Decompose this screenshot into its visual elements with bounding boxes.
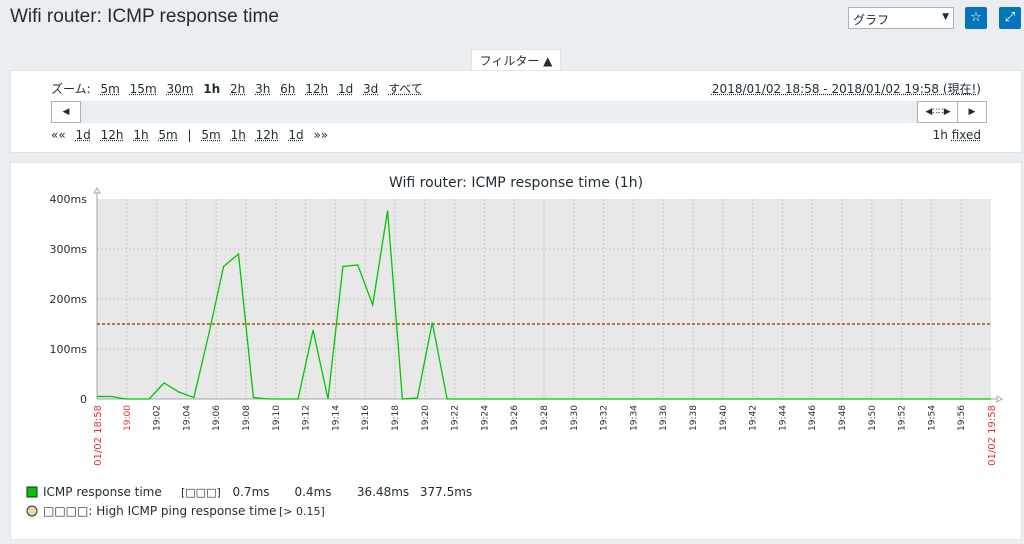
legend-last: 0.7ms — [232, 485, 269, 499]
x-tick-label: 19:16 — [361, 405, 371, 431]
x-tick-label: 19:12 — [302, 405, 312, 431]
zoom-option[interactable]: 3d — [363, 82, 378, 96]
zoom-option[interactable]: 3h — [255, 82, 270, 96]
x-edge-label: 01/02 19:58 — [987, 405, 998, 466]
legend-max: 377.5ms — [420, 485, 472, 499]
nav-back[interactable]: 12h — [101, 128, 124, 142]
nav-forward-all[interactable]: »» — [313, 128, 328, 142]
x-tick-label: 19:38 — [689, 405, 699, 431]
graph-panel: Wifi router: ICMP response time (1h) 400… — [10, 162, 1022, 540]
x-tick-label: 19:40 — [719, 405, 729, 431]
zoom-option-selected[interactable]: 1h — [203, 82, 220, 96]
caret-left-icon: ◀ — [62, 107, 70, 117]
view-select[interactable]: グラフ ▼ — [848, 7, 954, 29]
y-axis-arrow — [93, 187, 101, 194]
x-tick-label: 19:36 — [659, 405, 669, 431]
header-bar: Wifi router: ICMP response time グラフ ▼ ☆ … — [0, 0, 1024, 38]
scroll-handle[interactable]: ◀∷∷▶ — [917, 101, 959, 123]
drag-handle-icon: ◀∷∷▶ — [925, 107, 951, 117]
zoom-option[interactable]: 12h — [305, 82, 328, 96]
time-scrollbar[interactable]: ◀ ◀∷∷▶ ▶ — [51, 101, 987, 123]
chart-title: Wifi router: ICMP response time (1h) — [389, 175, 643, 191]
expand-icon: ⤢ — [1004, 10, 1016, 25]
y-tick-label: 400ms — [50, 193, 88, 206]
zoom-option[interactable]: 2h — [230, 82, 245, 96]
x-tick-label: 19:24 — [480, 405, 490, 431]
x-tick-label: 19:42 — [749, 405, 759, 431]
y-tick-label: 300ms — [50, 243, 88, 256]
nav-back[interactable]: 1h — [133, 128, 148, 142]
page-title: Wifi router: ICMP response time — [10, 6, 279, 27]
period-info: 1h fixed — [933, 128, 981, 142]
star-icon: ☆ — [970, 10, 982, 25]
caret-right-icon: ▶ — [968, 107, 976, 117]
zoom-option[interactable]: 1d — [338, 82, 353, 96]
fullscreen-button[interactable]: ⤢ — [999, 7, 1021, 29]
x-tick-label: 19:26 — [510, 405, 520, 431]
y-tick-label: 0 — [80, 393, 87, 406]
legend-trigger-swatch — [26, 505, 38, 517]
nav-back[interactable]: 1d — [76, 128, 91, 142]
chevron-down-icon: ▼ — [942, 12, 949, 22]
x-tick-label: 19:22 — [451, 405, 461, 431]
x-tick-label: 19:52 — [898, 405, 908, 431]
legend-trigger-name: □□□□: High ICMP ping response time — [43, 504, 276, 518]
x-tick-label: 19:34 — [629, 405, 639, 431]
x-tick-label: 19:00 — [123, 405, 133, 431]
x-tick-label: 19:10 — [272, 405, 282, 431]
nav-forward[interactable]: 1d — [288, 128, 303, 142]
x-tick-label: 19:32 — [600, 405, 610, 431]
zoom-option[interactable]: すべて — [388, 82, 423, 96]
x-tick-label: 19:50 — [868, 405, 878, 431]
x-tick-label: 19:48 — [838, 405, 848, 431]
nav-forward[interactable]: 1h — [231, 128, 246, 142]
x-tick-label: 19:20 — [421, 405, 431, 431]
x-tick-label: 19:44 — [778, 405, 788, 431]
x-tick-label: 19:02 — [153, 405, 163, 431]
legend-series-name: ICMP response time — [43, 485, 162, 499]
zoom-option[interactable]: 5m — [101, 82, 120, 96]
x-tick-label: 19:08 — [242, 405, 252, 431]
x-tick-label: 19:28 — [540, 405, 550, 431]
scroll-right-button[interactable]: ▶ — [957, 101, 987, 123]
filter-tab[interactable]: フィルター ▲ — [471, 49, 561, 71]
nav-separator: | — [187, 128, 192, 142]
zoom-option[interactable]: 6h — [280, 82, 295, 96]
x-tick-label: 19:04 — [182, 405, 192, 431]
nav-forward[interactable]: 5m — [201, 128, 220, 142]
legend-func: [□□□] — [181, 486, 221, 499]
time-range[interactable]: 2018/01/02 18:58 - 2018/01/02 19:58 (現在!… — [712, 80, 981, 97]
legend-min: 0.4ms — [294, 485, 331, 499]
legend-avg: 36.48ms — [357, 485, 409, 499]
y-tick-label: 200ms — [50, 293, 88, 306]
favorite-button[interactable]: ☆ — [965, 7, 987, 29]
view-select-value: グラフ — [853, 13, 890, 27]
x-axis-arrow — [996, 395, 1003, 403]
x-tick-label: 19:18 — [391, 405, 401, 431]
scroll-left-button[interactable]: ◀ — [51, 101, 81, 123]
x-edge-label: 01/02 18:58 — [93, 405, 104, 466]
x-tick-label: 19:30 — [570, 405, 580, 431]
nav-row: «« 1d 12h 1h 5m | 5m 1h 12h 1d »» — [51, 128, 334, 142]
x-tick-label: 19:54 — [927, 405, 937, 431]
filter-panel: ズーム: 5m 15m 30m 1h 2h 3h 6h 12h 1d 3d すべ… — [10, 70, 1022, 153]
legend-swatch — [26, 486, 38, 498]
nav-forward[interactable]: 12h — [256, 128, 279, 142]
zoom-row: ズーム: 5m 15m 30m 1h 2h 3h 6h 12h 1d 3d すべ… — [51, 80, 429, 97]
zoom-option[interactable]: 15m — [130, 82, 157, 96]
nav-back-all[interactable]: «« — [51, 128, 66, 142]
period-label: 1h — [932, 128, 948, 142]
zoom-option[interactable]: 30m — [166, 82, 193, 96]
legend-trigger-condition: [> 0.15] — [279, 505, 325, 518]
zoom-label: ズーム: — [51, 82, 91, 96]
response-time-chart: Wifi router: ICMP response time (1h) 400… — [26, 175, 1003, 518]
x-tick-label: 19:46 — [808, 405, 818, 431]
x-tick-label: 19:06 — [212, 405, 222, 431]
fixed-toggle[interactable]: fixed — [952, 128, 981, 142]
y-tick-label: 100ms — [50, 343, 88, 356]
x-tick-label: 19:56 — [957, 405, 967, 431]
x-tick-label: 19:14 — [331, 405, 341, 431]
nav-back[interactable]: 5m — [158, 128, 177, 142]
